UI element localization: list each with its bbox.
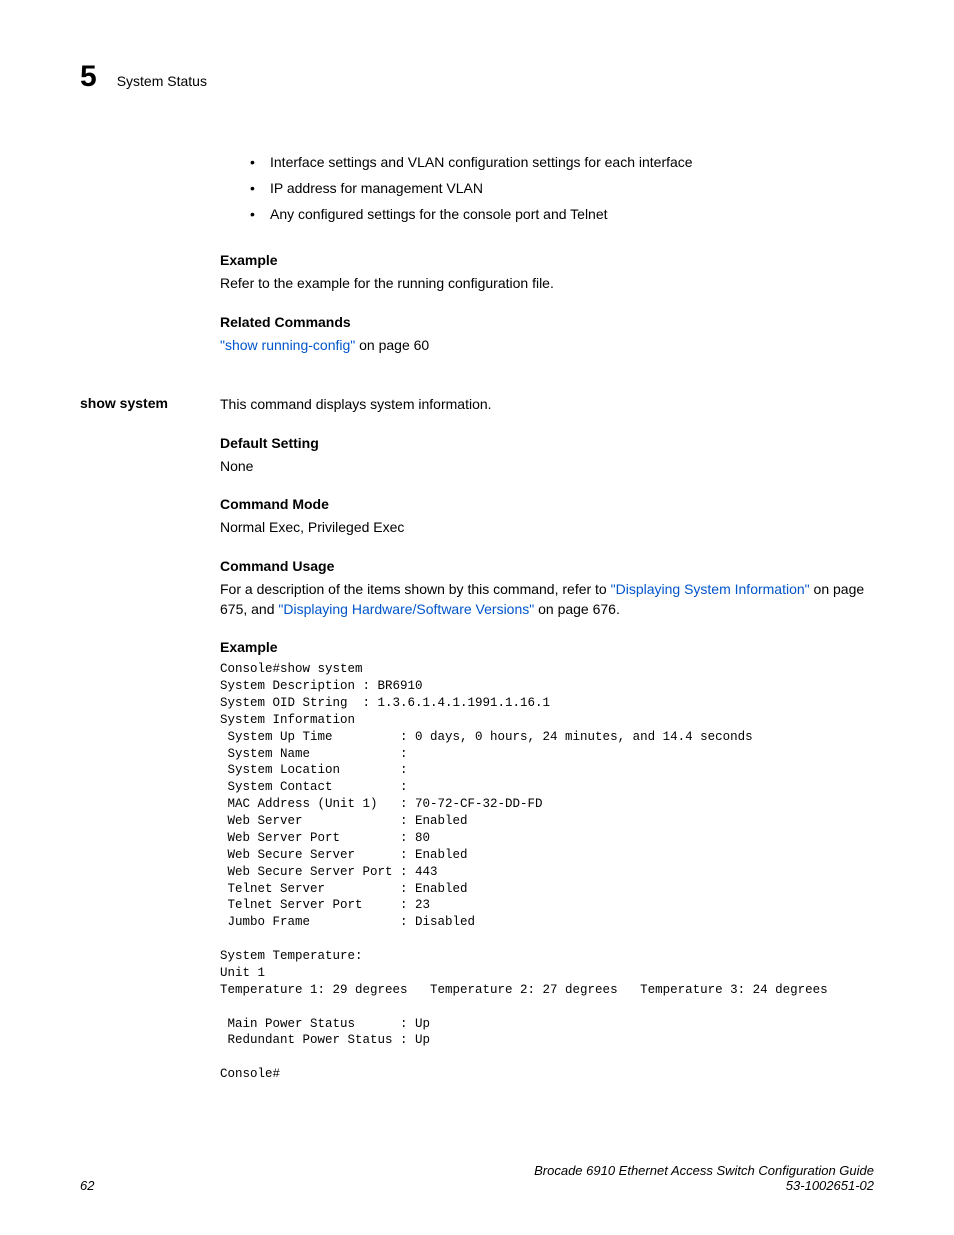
- displaying-hw-sw-versions-link[interactable]: "Displaying Hardware/Software Versions": [278, 601, 534, 617]
- displaying-system-info-link[interactable]: "Displaying System Information": [611, 581, 810, 597]
- list-item: Any configured settings for the console …: [250, 206, 874, 222]
- command-usage-heading: Command Usage: [220, 558, 874, 574]
- list-item: Interface settings and VLAN configuratio…: [250, 154, 874, 170]
- usage-suffix: on page 676.: [534, 601, 620, 617]
- command-mode-text: Normal Exec, Privileged Exec: [220, 518, 874, 538]
- default-setting-text: None: [220, 457, 874, 477]
- command-mode-heading: Command Mode: [220, 496, 874, 512]
- page-footer: 62 Brocade 6910 Ethernet Access Switch C…: [80, 1163, 874, 1193]
- chapter-title: System Status: [117, 73, 207, 89]
- example2-heading: Example: [220, 639, 874, 655]
- page: 5 System Status Interface settings and V…: [0, 0, 954, 1235]
- related-commands-text: "show running-config" on page 60: [220, 336, 874, 356]
- command-section: show system This command displays system…: [80, 373, 874, 1083]
- book-title: Brocade 6910 Ethernet Access Switch Conf…: [534, 1163, 874, 1178]
- console-output: Console#show system System Description :…: [220, 661, 874, 1083]
- example-text: Refer to the example for the running con…: [220, 274, 874, 294]
- doc-number: 53-1002651-02: [534, 1178, 874, 1193]
- show-running-config-link[interactable]: "show running-config": [220, 337, 355, 353]
- command-usage-text: For a description of the items shown by …: [220, 580, 874, 619]
- usage-prefix: For a description of the items shown by …: [220, 581, 611, 597]
- page-number: 62: [80, 1178, 94, 1193]
- related-commands-heading: Related Commands: [220, 314, 874, 330]
- example-heading: Example: [220, 252, 874, 268]
- bullet-list: Interface settings and VLAN configuratio…: [250, 154, 874, 222]
- default-setting-heading: Default Setting: [220, 435, 874, 451]
- command-intro: This command displays system information…: [220, 395, 874, 415]
- list-item: IP address for management VLAN: [250, 180, 874, 196]
- command-name: show system: [80, 395, 220, 411]
- upper-content: Interface settings and VLAN configuratio…: [220, 154, 874, 355]
- page-header: 5 System Status: [80, 60, 874, 94]
- footer-right: Brocade 6910 Ethernet Access Switch Conf…: [534, 1163, 874, 1193]
- related-commands-suffix: on page 60: [355, 337, 429, 353]
- chapter-number: 5: [80, 60, 97, 94]
